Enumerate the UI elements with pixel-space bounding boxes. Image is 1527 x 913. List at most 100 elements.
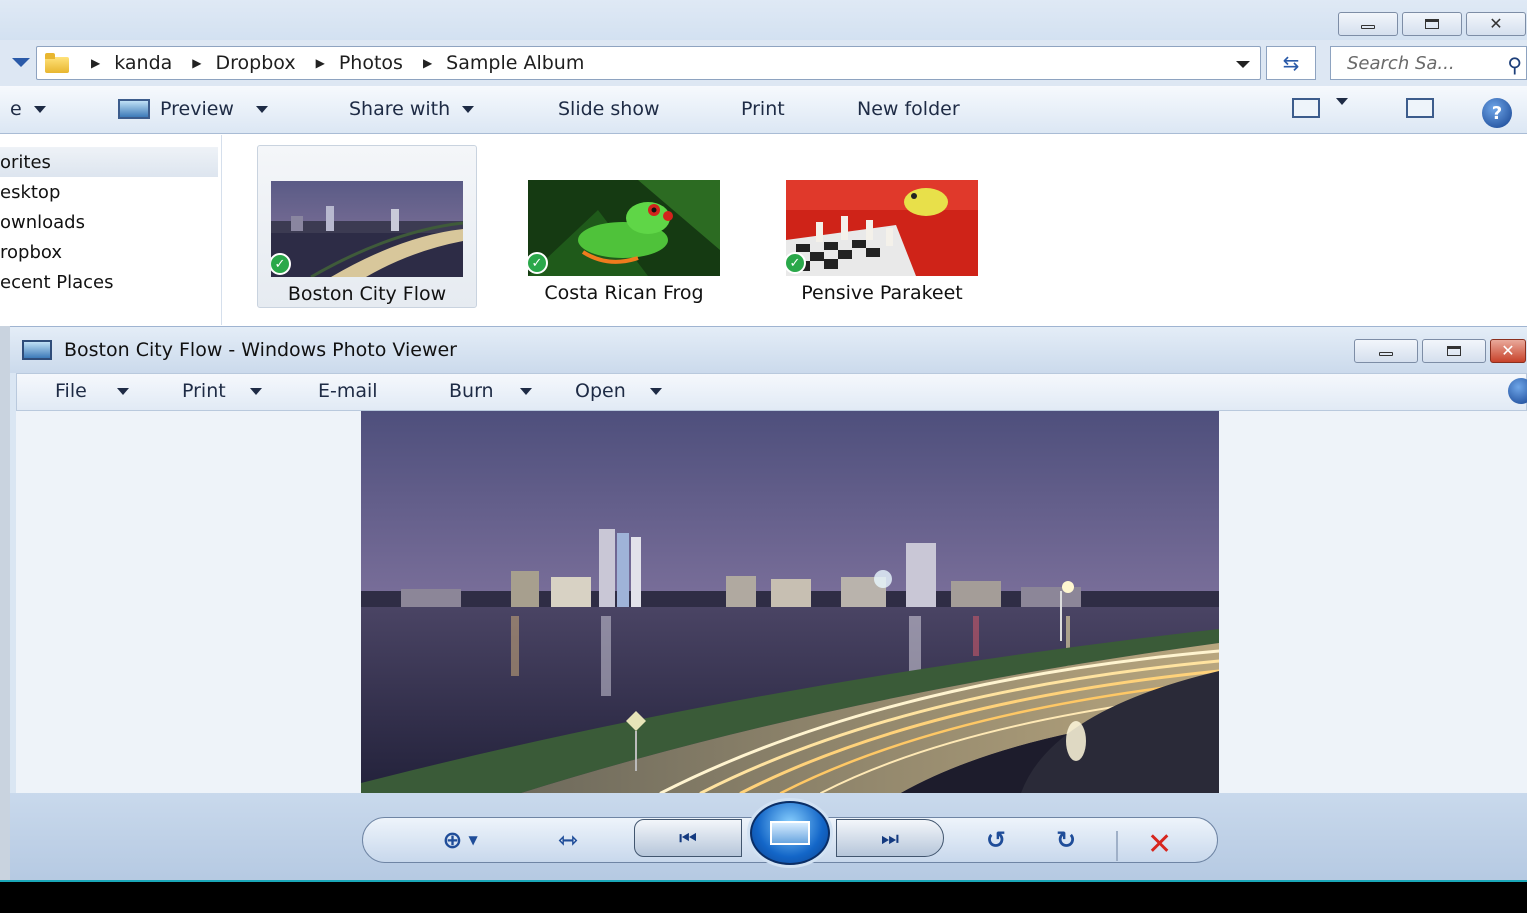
breadcrumb-separator-icon[interactable]: ▶ [423, 56, 432, 70]
organize-label: e [10, 98, 22, 120]
refresh-button[interactable]: ⇆ [1266, 46, 1316, 80]
menu-file-label: File [55, 380, 87, 402]
file-item-pensive-parakeet[interactable]: ✓ Pensive Parakeet [772, 145, 992, 308]
photo-viewer-titlebar: Boston City Flow - Windows Photo Viewer … [10, 327, 1527, 373]
sidebar-item-desktop[interactable]: esktop [0, 177, 221, 207]
menu-burn-label: Burn [449, 380, 494, 402]
command-bar: e Preview Share with Slide show Print Ne… [0, 86, 1527, 134]
new-folder-label: New folder [857, 98, 960, 120]
menu-email[interactable]: E-mail [318, 380, 378, 402]
address-row: ▶ kanda ▶ Dropbox ▶ Photos ▶ Sample Albu… [0, 40, 1527, 86]
close-button[interactable]: ✕ [1490, 339, 1526, 363]
explorer-window-controls: ✕ [1338, 12, 1526, 36]
rotate-right-icon: ↻ [1055, 826, 1077, 854]
next-icon: ⏭ [881, 826, 899, 850]
close-icon: ✕ [1501, 341, 1515, 360]
preview-icon [118, 99, 150, 119]
menu-file[interactable]: File [55, 380, 129, 402]
rotate-left-button[interactable]: ↺ [976, 823, 1016, 857]
explorer-window: ✕ ▶ kanda ▶ Dropbox ▶ Photos ▶ Sample Al… [0, 0, 1527, 330]
minimize-button[interactable] [1338, 12, 1398, 36]
chevron-down-icon [519, 387, 532, 395]
folder-icon [45, 53, 71, 73]
window-title: Boston City Flow - Windows Photo Viewer [64, 339, 457, 361]
breadcrumb-separator-icon[interactable]: ▶ [316, 56, 325, 70]
breadcrumb-separator-icon[interactable]: ▶ [192, 56, 201, 70]
address-dropdown-icon[interactable] [1236, 61, 1250, 68]
print-label: Print [741, 98, 785, 120]
viewer-window-controls: ✕ [1354, 339, 1526, 363]
help-icon[interactable]: ? [1482, 98, 1512, 128]
sidebar-item-dropbox[interactable]: ropbox [0, 237, 221, 267]
delete-icon[interactable]: ✕ [1147, 827, 1172, 862]
previous-button[interactable]: ⏮ [634, 819, 742, 857]
photo-viewer-window: Boston City Flow - Windows Photo Viewer … [10, 326, 1527, 883]
maximize-button[interactable] [1422, 339, 1486, 363]
sidebar-item-favorites[interactable]: orites [0, 147, 218, 177]
previous-icon: ⏮ [679, 826, 697, 850]
address-bar[interactable]: ▶ kanda ▶ Dropbox ▶ Photos ▶ Sample Albu… [36, 46, 1261, 80]
file-list: ✓ Boston City Flow ✓ Costa Rican Frog ✓ … [224, 135, 1527, 325]
chevron-down-icon [255, 105, 268, 113]
close-button[interactable]: ✕ [1466, 12, 1526, 36]
sidebar-favorites-label: orites [0, 151, 51, 173]
menu-burn[interactable]: Burn [449, 380, 532, 402]
file-item-costa-rican-frog[interactable]: ✓ Costa Rican Frog [514, 145, 734, 308]
displayed-photo [361, 411, 1219, 793]
thumbnail-pensive-parakeet: ✓ [786, 180, 978, 276]
desktop-edge [0, 326, 10, 882]
chevron-down-icon [249, 387, 262, 395]
sidebar-item-label: ropbox [0, 241, 62, 263]
minimize-button[interactable] [1354, 339, 1418, 363]
photo-viewer-controls-bar: ⊕ ▼ ⇿ ⏮ ⏭ ↺ ↻ ✕ [10, 793, 1527, 883]
rotate-right-button[interactable]: ↻ [1046, 823, 1086, 857]
breadcrumb-item-kanda[interactable]: kanda [114, 52, 172, 74]
print-button[interactable]: Print [741, 98, 785, 120]
taskbar [0, 882, 1527, 913]
menu-print-label: Print [182, 380, 226, 402]
sidebar-item-label: esktop [0, 181, 61, 203]
zoom-button[interactable]: ⊕ ▼ [430, 823, 490, 857]
maximize-icon [1425, 19, 1439, 29]
organize-menu[interactable]: e [10, 98, 46, 120]
play-slideshow-button[interactable] [750, 801, 830, 865]
parakeet-thumbnail-image [786, 180, 978, 276]
file-name: Pensive Parakeet [801, 282, 963, 304]
search-input[interactable]: Search Sa... ⚲ [1330, 46, 1527, 80]
recent-pages-icon[interactable] [12, 58, 30, 67]
slide-show-button[interactable]: Slide show [558, 98, 660, 120]
menu-open[interactable]: Open [575, 380, 662, 402]
breadcrumb-item-photos[interactable]: Photos [339, 52, 403, 74]
controls-divider [1116, 831, 1118, 861]
photo-canvas [16, 411, 1527, 793]
chevron-down-icon [462, 105, 475, 113]
new-folder-button[interactable]: New folder [857, 98, 960, 120]
file-item-boston-city-flow[interactable]: ✓ Boston City Flow [257, 145, 477, 308]
actual-size-button[interactable]: ⇿ [548, 823, 588, 857]
explorer-titlebar: ✕ [0, 0, 1527, 40]
file-name: Costa Rican Frog [544, 282, 704, 304]
change-view-icon[interactable] [1292, 98, 1320, 118]
chevron-down-icon [33, 105, 46, 113]
sidebar-item-recent-places[interactable]: ecent Places [0, 267, 221, 297]
boston-thumbnail-image [271, 181, 463, 277]
breadcrumb-item-sample-album[interactable]: Sample Album [446, 52, 584, 74]
slide-show-label: Slide show [558, 98, 660, 120]
sidebar-item-label: ecent Places [0, 271, 114, 293]
next-button[interactable]: ⏭ [836, 819, 944, 857]
view-options-dropdown[interactable] [1336, 98, 1348, 105]
search-icon[interactable]: ⚲ [1507, 53, 1522, 77]
refresh-icon: ⇆ [1282, 51, 1300, 75]
breadcrumb: ▶ kanda ▶ Dropbox ▶ Photos ▶ Sample Albu… [71, 52, 584, 74]
preview-pane-icon[interactable] [1406, 98, 1434, 118]
maximize-button[interactable] [1402, 12, 1462, 36]
help-icon[interactable] [1508, 378, 1527, 404]
menu-print[interactable]: Print [182, 380, 262, 402]
share-with-label: Share with [349, 98, 451, 120]
share-with-menu[interactable]: Share with [349, 98, 475, 120]
maximize-icon [1447, 346, 1461, 356]
breadcrumb-item-dropbox[interactable]: Dropbox [216, 52, 296, 74]
thumbnail-costa-rican-frog: ✓ [528, 180, 720, 276]
preview-menu[interactable]: Preview [118, 98, 268, 120]
sidebar-item-downloads[interactable]: ownloads [0, 207, 221, 237]
